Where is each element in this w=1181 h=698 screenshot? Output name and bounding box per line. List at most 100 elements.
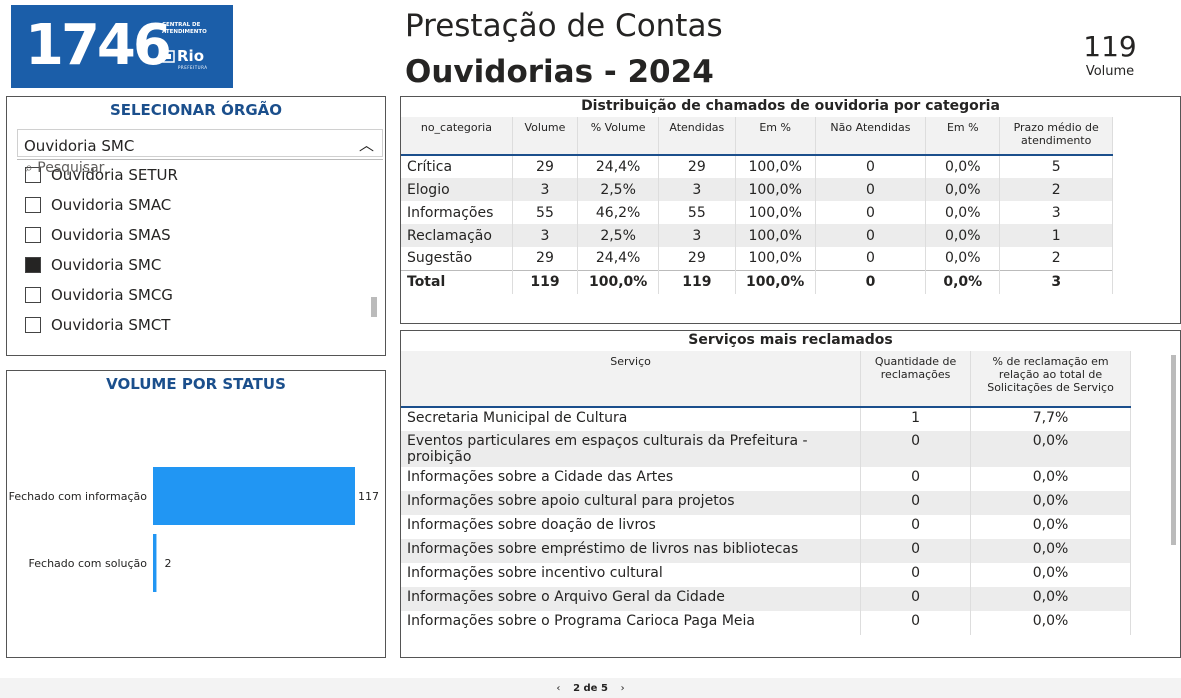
table-cell: 3: [658, 178, 736, 201]
table-cell: Crítica: [401, 155, 513, 178]
organ-option[interactable]: Ouvidoria SMC: [17, 250, 383, 280]
prev-page-button[interactable]: ‹: [556, 678, 560, 694]
table-cell: 100,0%: [735, 178, 816, 201]
table-row: Informações sobre empréstimo de livros n…: [401, 539, 1131, 563]
report-page: 1746 CENTRAL DE ATENDIMENTO Rio PREFEITUR…: [0, 0, 1181, 698]
slicer-search[interactable]: ⌕ Pesquisar: [25, 160, 104, 176]
column-header[interactable]: Quantidade de reclamações: [860, 351, 972, 408]
total-cell: 100,0%: [735, 269, 816, 294]
table-cell: 0,0%: [970, 611, 1131, 635]
status-bar[interactable]: [153, 534, 157, 592]
organ-option[interactable]: Ouvidoria SMAS: [17, 220, 383, 250]
table-cell: 46,2%: [577, 201, 660, 224]
table-cell: 3: [512, 224, 579, 247]
table-cell: 0: [860, 611, 972, 635]
total-cell: 119: [512, 269, 579, 294]
table-row: Informações sobre o Arquivo Geral da Cid…: [401, 587, 1131, 611]
page-title: Prestação de Contas: [405, 8, 723, 44]
status-bar-chart: Fechado com informação 117 Fechado com sol…: [9, 467, 379, 592]
table-cell: 100,0%: [735, 155, 816, 178]
search-placeholder: Pesquisar: [37, 160, 105, 176]
organ-option[interactable]: Ouvidoria SMCT: [17, 310, 383, 339]
table-cell: 0: [815, 178, 927, 201]
logo-caption: CENTRAL DE ATENDIMENTO: [162, 22, 207, 35]
checkbox[interactable]: [25, 227, 41, 243]
total-cell: 3: [999, 269, 1113, 294]
volume-by-status-chart: VOLUME POR STATUS Fechado com informação…: [6, 370, 386, 658]
column-header[interactable]: no_categoria: [401, 117, 513, 156]
volume-label: Volume: [1085, 64, 1135, 79]
table-cell: 29: [658, 155, 736, 178]
table-cell: 0,0%: [970, 587, 1131, 611]
table-row: Elogio 3 2,5% 3 100,0% 0 0,0% 2: [401, 178, 1113, 201]
total-cell: 0,0%: [925, 269, 1001, 294]
table-row: Informações sobre o Programa Carioca Pag…: [401, 611, 1131, 635]
organ-slicer: SELECIONAR ÓRGÃO Ouvidoria SMC ︿ Ouvidor…: [6, 96, 386, 356]
checkbox[interactable]: [25, 257, 41, 273]
checkbox[interactable]: [25, 287, 41, 303]
total-row: Total 119 100,0% 119 100,0% 0 0,0% 3: [401, 269, 1113, 294]
organ-list: Ouvidoria SETUR Ouvidoria SMAC Ouvidoria S…: [17, 159, 383, 339]
table-row: Informações sobre a Cidade das Artes 0 0,0…: [401, 467, 1131, 491]
table-row: Sugestão 29 24,4% 29 100,0% 0 0,0% 2: [401, 247, 1113, 270]
organ-option[interactable]: Ouvidoria SMAC: [17, 190, 383, 220]
status-bar[interactable]: [153, 467, 355, 525]
table-cell: 0: [815, 224, 927, 247]
column-header[interactable]: % de reclamação em relação ao total de S…: [970, 351, 1131, 408]
category-table-title: Distribuição de chamados de ouvidoria po…: [581, 98, 1000, 114]
column-header[interactable]: Prazo médio de atendimento: [999, 117, 1113, 156]
table-cell: Informações sobre incentivo cultural: [401, 563, 862, 587]
table-row: Informações sobre incentivo cultural 0 0,0…: [401, 563, 1131, 587]
checkbox[interactable]: [25, 197, 41, 213]
table-cell: Sugestão: [401, 247, 513, 270]
table-cell: 7,7%: [970, 407, 1131, 431]
table-cell: 3: [999, 201, 1113, 224]
table-cell: 29: [658, 247, 736, 270]
table-cell: 0: [860, 539, 972, 563]
organ-option-label: Ouvidoria SMC: [51, 256, 162, 274]
table-row: Reclamação 3 2,5% 3 100,0% 0 0,0% 1: [401, 224, 1113, 247]
category-label: Fechado com solução: [29, 557, 148, 570]
table-cell: Reclamação: [401, 224, 513, 247]
table-cell: Informações sobre doação de livros: [401, 515, 862, 539]
organ-dropdown[interactable]: Ouvidoria SMC ︿: [17, 129, 383, 157]
table-cell: 0: [860, 431, 972, 467]
chevron-up-icon: ︿: [358, 136, 374, 154]
column-header[interactable]: Em %: [735, 117, 816, 156]
table-row: Informações sobre doação de livros 0 0,0%: [401, 515, 1131, 539]
category-label: Fechado com informação: [9, 490, 148, 503]
slicer-title: SELECIONAR ÓRGÃO: [109, 101, 283, 119]
checkbox[interactable]: [25, 317, 41, 333]
table-cell: 0,0%: [925, 155, 1001, 178]
table-cell: 2: [999, 178, 1113, 201]
dropdown-selected-value: Ouvidoria SMC: [24, 137, 135, 155]
bar-data-label: 117: [358, 490, 379, 503]
organ-option[interactable]: Ouvidoria SMCG: [17, 280, 383, 310]
column-header[interactable]: % Volume: [577, 117, 660, 156]
table-cell: 0: [860, 491, 972, 515]
table-cell: 2,5%: [577, 178, 660, 201]
table-cell: 0: [860, 467, 972, 491]
total-cell: Total: [401, 269, 513, 294]
organ-option-label: Ouvidoria SMCG: [51, 286, 173, 304]
slicer-scrollbar[interactable]: [371, 297, 377, 317]
table-cell: 100,0%: [735, 224, 816, 247]
column-header[interactable]: Atendidas: [658, 117, 736, 156]
column-header[interactable]: Não Atendidas: [815, 117, 927, 156]
column-header[interactable]: Em %: [925, 117, 1001, 156]
table-cell: Informações: [401, 201, 513, 224]
page-subtitle: Ouvidorias - 2024: [405, 54, 714, 90]
table-cell: 0: [860, 587, 972, 611]
total-cell: 119: [658, 269, 736, 294]
next-page-button[interactable]: ›: [621, 678, 625, 694]
organ-option-label: Ouvidoria SMAC: [51, 196, 172, 214]
table-row: Informações sobre apoio cultural para pr…: [401, 491, 1131, 515]
table-cell: 0,0%: [925, 178, 1001, 201]
table-cell: Informações sobre a Cidade das Artes: [401, 467, 862, 491]
services-scrollbar[interactable]: [1171, 355, 1176, 545]
table-cell: 100,0%: [735, 201, 816, 224]
table-cell: 29: [512, 155, 579, 178]
column-header[interactable]: Serviço: [401, 351, 862, 408]
table-cell: 0: [815, 155, 927, 178]
column-header[interactable]: Volume: [512, 117, 579, 156]
